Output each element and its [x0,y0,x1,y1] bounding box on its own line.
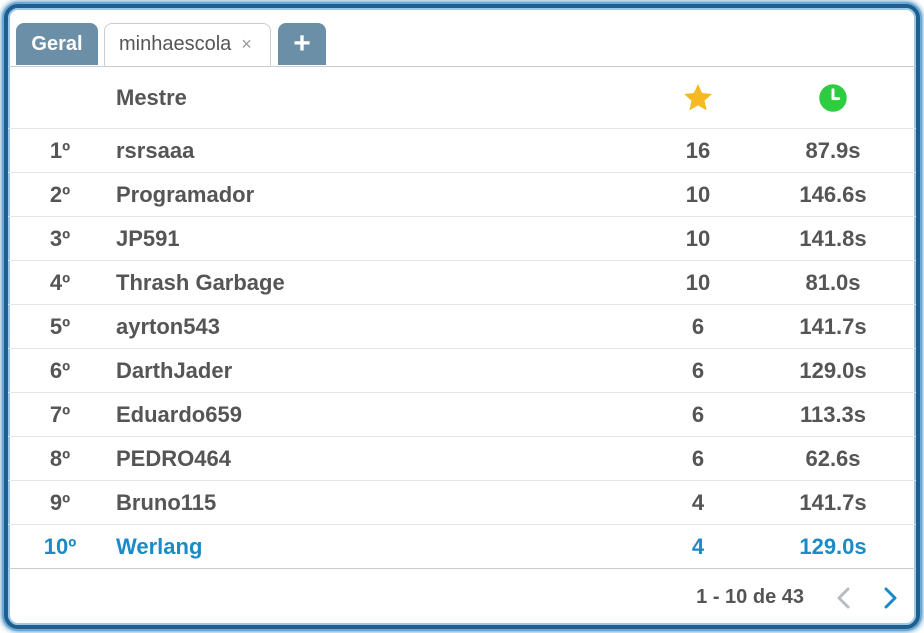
column-header-name: Mestre [116,84,187,110]
score-cell: 10 [685,225,711,251]
time-cell: 129.0s [799,533,867,559]
leaderboard-panel: Geral minhaescola × + Mestre 1º rsrsaaa … [4,4,920,629]
chevron-right-icon[interactable] [880,569,900,625]
clock-icon [778,67,888,128]
table-row: 7º Eduardo659 6 113.3s [8,393,916,437]
score-cell: 6 [691,313,705,339]
score-cell: 4 [691,489,705,515]
name-cell: PEDRO464 [116,445,231,471]
score-cell: 6 [691,401,705,427]
table-row: 8º PEDRO464 6 62.6s [8,437,916,481]
time-cell: 141.7s [799,489,867,515]
rank-cell: 8º [49,445,71,471]
name-cell: Werlang [116,533,203,559]
table-row: 2º Programador 10 146.6s [8,173,916,217]
time-cell: 146.6s [799,181,867,207]
time-cell: 81.0s [805,269,861,295]
name-cell: Eduardo659 [116,401,242,427]
time-cell: 113.3s [799,401,867,427]
chevron-left-icon[interactable] [834,569,854,625]
time-cell: 62.6s [805,445,861,471]
close-tab-icon[interactable]: × [241,34,252,55]
name-cell: Bruno115 [116,489,217,515]
table-row: 10º Werlang 4 129.0s [8,525,916,569]
tab-geral-label: Geral [31,32,83,55]
rank-cell: 5º [49,313,71,339]
star-icon [648,67,748,128]
score-cell: 10 [685,181,711,207]
rank-cell: 9º [49,489,71,515]
ranking-table: Mestre 1º rsrsaaa 16 87.9s 2º Programador 10 14… [8,67,916,569]
add-tab-button[interactable]: + [278,23,326,65]
rank-cell: 4º [49,269,71,295]
name-cell: DarthJader [116,357,233,383]
score-cell: 6 [691,445,705,471]
time-cell: 141.8s [799,225,867,251]
table-body: 1º rsrsaaa 16 87.9s 2º Programador 10 146.6s 3º J… [8,129,916,569]
rank-cell: 2º [49,181,71,207]
pagination-range: 1 - 10 de 43 [696,586,804,608]
score-cell: 6 [691,357,705,383]
tab-geral[interactable]: Geral [16,23,98,65]
rank-cell: 3º [49,225,71,251]
rank-cell: 6º [49,357,71,383]
tab-minhaescola[interactable]: minhaescola × [104,23,271,66]
name-cell: rsrsaaa [116,137,195,163]
time-cell: 141.7s [799,313,867,339]
plus-icon: + [293,27,311,60]
time-cell: 87.9s [805,137,861,163]
tab-minhaescola-label: minhaescola [119,33,232,55]
table-row: 9º Bruno115 4 141.7s [8,481,916,525]
table-row: 4º Thrash Garbage 10 81.0s [8,261,916,305]
score-cell: 10 [685,269,711,295]
time-cell: 129.0s [799,357,867,383]
table-row: 6º DarthJader 6 129.0s [8,349,916,393]
score-cell: 16 [685,137,711,163]
rank-cell: 10º [43,533,77,559]
rank-cell: 7º [49,401,71,427]
name-cell: Programador [116,181,255,207]
pagination: 1 - 10 de 43 [8,568,916,625]
table-row: 1º rsrsaaa 16 87.9s [8,129,916,173]
table-row: 3º JP591 10 141.8s [8,217,916,261]
tab-bar: Geral minhaescola × + [8,8,916,67]
table-row: 5º ayrton543 6 141.7s [8,305,916,349]
name-cell: Thrash Garbage [116,269,285,295]
name-cell: JP591 [116,225,180,251]
table-header: Mestre [8,67,916,129]
name-cell: ayrton543 [116,313,220,339]
rank-cell: 1º [49,137,71,163]
score-cell: 4 [691,533,705,559]
